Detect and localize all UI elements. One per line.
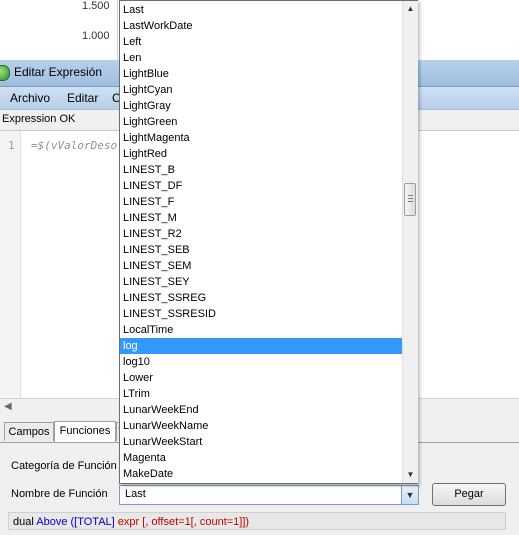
qlikview-app-icon	[0, 65, 10, 81]
scroll-up-arrow-icon[interactable]: ▲	[403, 1, 418, 17]
syntax-total: ([TOTAL]	[70, 516, 115, 528]
dropdown-option[interactable]: LastWorkDate	[120, 18, 402, 34]
dropdown-option[interactable]: LightMagenta	[120, 130, 402, 146]
scroll-down-arrow-icon[interactable]: ▼	[403, 467, 418, 483]
dropdown-vertical-scrollbar[interactable]: ▲ ▼	[402, 1, 418, 483]
syntax-args: [, offset=1[, count=1]])	[142, 516, 250, 528]
line-number: 1	[8, 139, 15, 152]
dropdown-option[interactable]: LINEST_SSRESID	[120, 306, 402, 322]
function-dropdown-list[interactable]: Last LastWorkDate Left Len LightBlue LightCya…	[119, 0, 418, 484]
tab-funciones[interactable]: Funciones	[54, 421, 116, 442]
chart-axis-line	[117, 0, 118, 66]
dropdown-option[interactable]: LINEST_SSREG	[120, 290, 402, 306]
dropdown-option[interactable]: Left	[120, 34, 402, 50]
function-name-select[interactable]: Last ▼	[119, 485, 419, 505]
dropdown-option[interactable]: LINEST_SEM	[120, 258, 402, 274]
dropdown-option[interactable]: LunarWeekEnd	[120, 402, 402, 418]
chevron-down-icon[interactable]: ▼	[401, 486, 418, 504]
dropdown-option[interactable]: LunarWeekName	[120, 418, 402, 434]
dropdown-option[interactable]: LightGreen	[120, 114, 402, 130]
dropdown-option[interactable]: LINEST_B	[120, 162, 402, 178]
menu-editar[interactable]: Editar	[67, 91, 98, 105]
syntax-function: Above	[36, 516, 68, 528]
expression-status-text: Expression OK	[2, 113, 76, 125]
syntax-dual: dual	[13, 516, 34, 528]
y-tick-label: 1.000	[82, 30, 110, 42]
menu-archivo[interactable]: Archivo	[10, 91, 50, 105]
dropdown-option[interactable]: LINEST_SEY	[120, 274, 402, 290]
scrollbar-thumb[interactable]	[404, 183, 416, 216]
y-tick-label: 1.500	[82, 0, 110, 12]
function-name-value: Last	[125, 488, 146, 500]
window-title: Editar Expresión	[14, 65, 103, 79]
dropdown-option[interactable]: LINEST_M	[120, 210, 402, 226]
dropdown-option[interactable]: LightRed	[120, 146, 402, 162]
dropdown-option[interactable]: LINEST_SEB	[120, 242, 402, 258]
dropdown-option[interactable]: Len	[120, 50, 402, 66]
dropdown-option[interactable]: LightGray	[120, 98, 402, 114]
syntax-expr: expr	[117, 516, 140, 528]
function-syntax: dual Above ([TOTAL] expr [, offset=1[, c…	[8, 512, 506, 530]
dropdown-option[interactable]: LocalTime	[120, 322, 402, 338]
tab-campos[interactable]: Campos	[4, 422, 54, 441]
dropdown-option[interactable]: LINEST_R2	[120, 226, 402, 242]
paste-button[interactable]: Pegar	[432, 483, 506, 506]
line-number-gutter: 1	[0, 131, 21, 399]
dropdown-option[interactable]: Magenta	[120, 450, 402, 466]
dropdown-option[interactable]: LightCyan	[120, 82, 402, 98]
dropdown-option[interactable]: LINEST_F	[120, 194, 402, 210]
dropdown-option[interactable]: LTrim	[120, 386, 402, 402]
scroll-left-arrow-icon[interactable]: ◀	[4, 401, 12, 412]
expression-text[interactable]: =$(vValorDeso	[31, 139, 117, 152]
dropdown-option[interactable]: Lower	[120, 370, 402, 386]
dropdown-option[interactable]: LightBlue	[120, 66, 402, 82]
function-category-label: Categoría de Función	[11, 460, 117, 472]
dropdown-option[interactable]: Last	[120, 2, 402, 18]
grip-icon	[408, 195, 413, 204]
dropdown-option[interactable]: LunarWeekStart	[120, 434, 402, 450]
dropdown-option[interactable]: log10	[120, 354, 402, 370]
dropdown-option[interactable]: LINEST_DF	[120, 178, 402, 194]
dropdown-option[interactable]: log	[120, 338, 402, 354]
dropdown-option[interactable]: MakeDate	[120, 466, 402, 482]
function-name-label: Nombre de Función	[11, 488, 108, 500]
